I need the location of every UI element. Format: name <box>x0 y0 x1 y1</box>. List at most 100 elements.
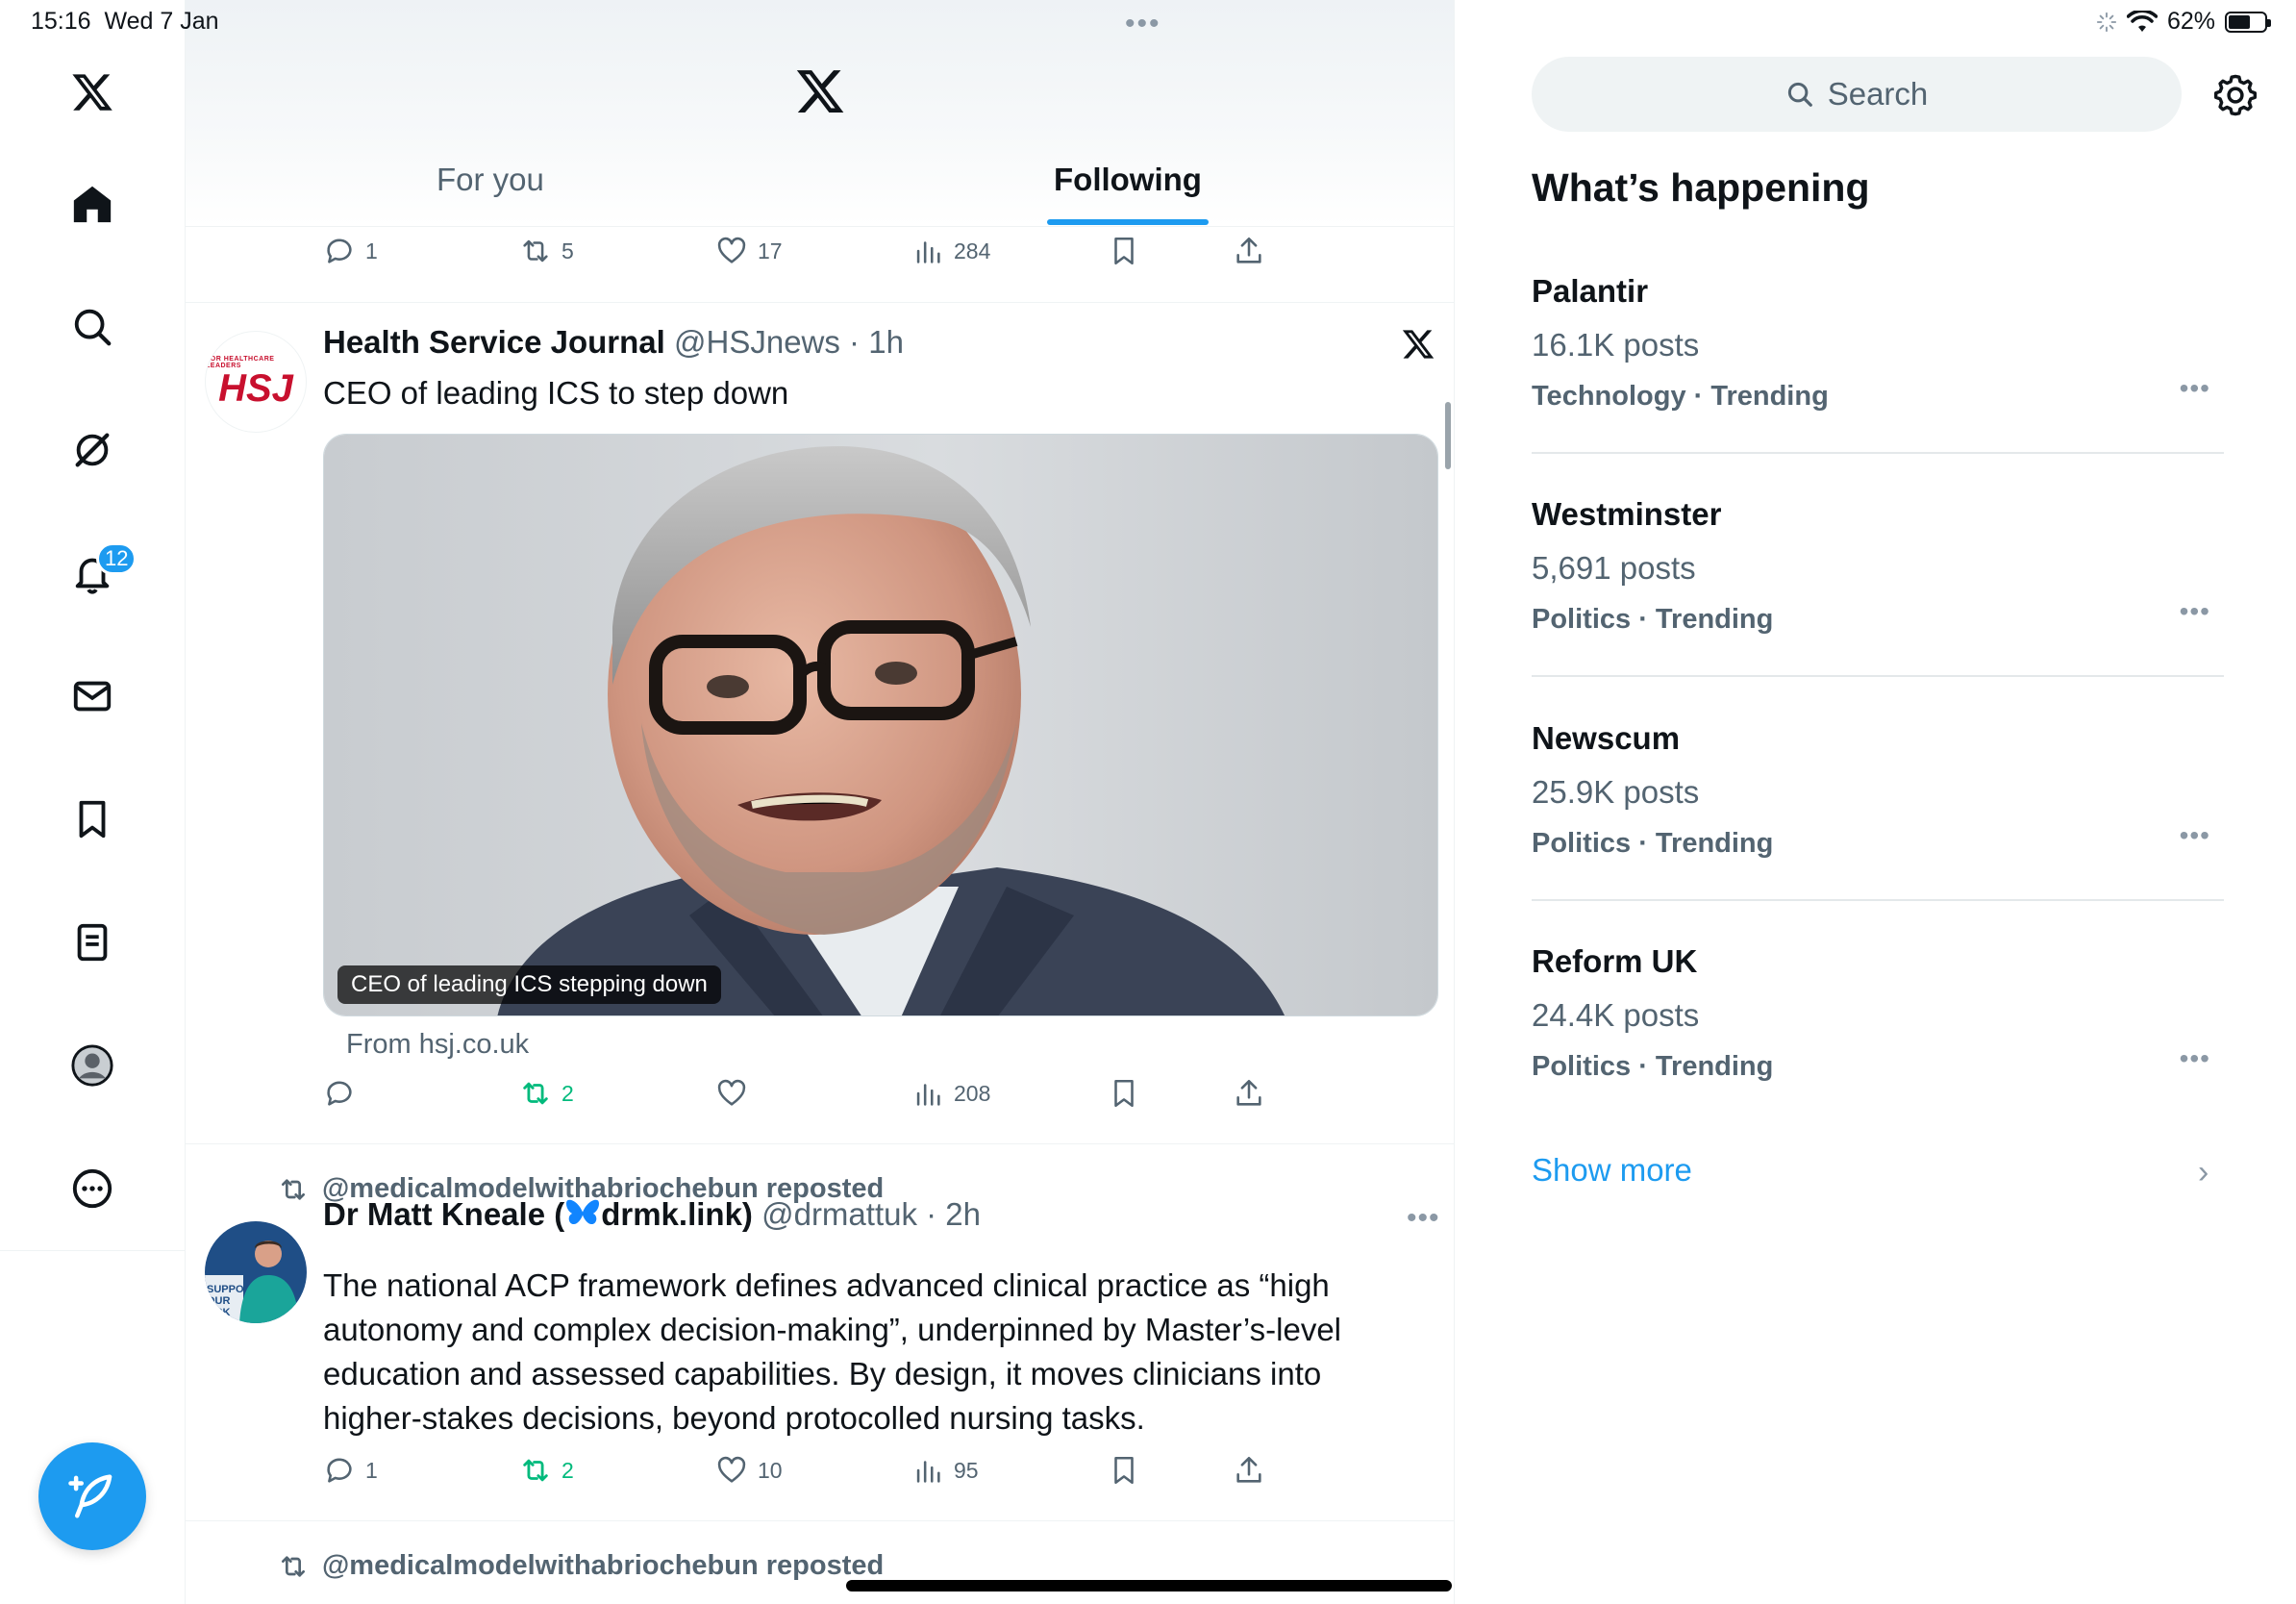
tweet-divider <box>186 1520 1454 1521</box>
views-icon <box>916 1461 940 1483</box>
profile-icon[interactable] <box>63 1037 121 1094</box>
battery-level <box>2229 14 2251 29</box>
x-logo-icon[interactable] <box>63 63 121 121</box>
bookmark-button[interactable] <box>1108 1454 1140 1487</box>
bookmark-icon <box>1114 1456 1134 1485</box>
search-icon <box>1787 82 1812 107</box>
trend-name: Palantir <box>1532 273 1649 309</box>
like-button[interactable] <box>715 1077 748 1110</box>
repost-icon <box>282 1555 305 1577</box>
bookmark-icon <box>1114 237 1134 265</box>
trend-posts: 16.1K posts <box>1532 327 1700 363</box>
tweet-header: Health Service Journal @HSJnews · 1h <box>323 324 904 360</box>
trend-posts: 5,691 posts <box>1532 550 1696 586</box>
search-icon[interactable] <box>63 298 121 356</box>
trend-item[interactable]: Newscum 25.9K posts Politics · Trending … <box>1532 720 2224 943</box>
more-icon[interactable] <box>63 1160 121 1217</box>
reply-button[interactable]: 1 <box>323 1454 378 1487</box>
author-name[interactable]: Dr Matt Kneale (drmk.link) <box>323 1196 753 1232</box>
show-more-link[interactable]: Show more <box>1532 1152 1692 1189</box>
reply-button[interactable] <box>323 1077 356 1110</box>
share-button[interactable] <box>1233 235 1265 267</box>
nav-divider <box>0 1250 186 1251</box>
views-icon <box>916 241 940 263</box>
trend-item[interactable]: Reform UK 24.4K posts Politics · Trendin… <box>1532 943 2224 1166</box>
messages-icon[interactable] <box>63 667 121 725</box>
home-icon[interactable] <box>63 175 121 233</box>
gear-icon[interactable] <box>2213 73 2258 117</box>
trend-name: Reform UK <box>1532 943 1698 979</box>
reply-button[interactable]: 1 <box>323 235 378 267</box>
trend-name: Westminster <box>1532 496 1722 532</box>
trend-item[interactable]: Westminster 5,691 posts Politics · Trend… <box>1532 496 2224 719</box>
avatar[interactable]: FOR HEALTHCARE LEADERS HSJ <box>205 331 307 433</box>
views-button[interactable]: 208 <box>911 1077 990 1110</box>
trend-category: Politics · Trending <box>1532 828 1774 859</box>
trend-divider <box>1532 899 2224 901</box>
avatar[interactable]: SUPPOR OUR ORK <box>205 1221 307 1323</box>
tab-for-you[interactable]: For you <box>437 162 544 198</box>
svg-text:ORK: ORK <box>207 1307 231 1318</box>
views-button[interactable]: 284 <box>911 235 990 267</box>
grok-icon[interactable] <box>63 421 121 479</box>
link-card-image[interactable]: CEO of leading ICS stepping down <box>323 434 1438 1016</box>
compose-post-button[interactable] <box>38 1442 146 1550</box>
left-nav: 12 <box>0 0 186 1604</box>
author-handle[interactable]: @HSJnews <box>674 324 840 360</box>
home-indicator[interactable] <box>846 1580 1452 1591</box>
trend-posts: 24.4K posts <box>1532 997 1700 1033</box>
search-placeholder: Search <box>1827 76 1929 112</box>
tweet-more-button[interactable]: ••• <box>1407 1202 1440 1235</box>
trend-more-button[interactable]: ••• <box>2180 373 2210 404</box>
bookmark-button[interactable] <box>1108 1077 1140 1110</box>
trend-category: Politics · Trending <box>1532 604 1774 635</box>
tweet-text: CEO of leading ICS to step down <box>323 375 789 411</box>
x-logo-icon[interactable] <box>794 65 846 117</box>
reply-icon <box>327 1081 352 1106</box>
share-button[interactable] <box>1233 1454 1265 1487</box>
author-handle[interactable]: @drmattuk <box>761 1196 917 1232</box>
repost-button[interactable]: 2 <box>519 1454 574 1487</box>
tab-following[interactable]: Following <box>1054 162 1202 198</box>
lists-icon[interactable] <box>63 914 121 971</box>
tweet-divider <box>186 1143 1454 1144</box>
heart-icon <box>717 1079 746 1106</box>
tweet-time: 1h <box>868 324 904 360</box>
trend-name: Newscum <box>1532 720 1681 756</box>
repost-icon <box>523 1459 548 1482</box>
views-button[interactable]: 95 <box>911 1454 979 1487</box>
status-bar: 15:16 Wed 7 Jan ••• 62% <box>0 0 2296 46</box>
share-button[interactable] <box>1233 1077 1265 1110</box>
multitasking-dots[interactable]: ••• <box>1125 8 1161 40</box>
bookmarks-icon[interactable] <box>63 790 121 848</box>
like-button[interactable]: 10 <box>715 1454 783 1487</box>
trend-item[interactable]: Palantir 16.1K posts Technology · Trendi… <box>1532 273 2224 496</box>
notifications-badge: 12 <box>96 542 137 575</box>
author-name[interactable]: Health Service Journal <box>323 324 665 360</box>
wifi-icon <box>2126 10 2158 32</box>
activity-icon <box>2096 12 2117 32</box>
heart-icon <box>717 237 746 263</box>
search-input[interactable]: Search <box>1532 57 2182 132</box>
timeline: For you Following 1 5 17 284 FOR HEALTHC… <box>186 0 1455 1604</box>
prev-tweet-actions: 1 5 17 284 <box>323 235 1285 273</box>
chevron-right-icon: › <box>2198 1154 2209 1190</box>
scrollbar[interactable] <box>1445 402 1451 469</box>
battery-percent: 62% <box>2166 8 2215 35</box>
tweet-time: 2h <box>945 1196 982 1232</box>
repost-button[interactable]: 5 <box>519 235 574 267</box>
like-button[interactable]: 17 <box>715 235 783 267</box>
trend-more-button[interactable]: ••• <box>2180 1043 2210 1074</box>
heart-icon <box>717 1456 746 1483</box>
trend-category: Technology · Trending <box>1532 381 1829 412</box>
status-indicators: 62% <box>2096 8 2271 36</box>
trend-more-button[interactable]: ••• <box>2180 596 2210 627</box>
bookmark-button[interactable] <box>1108 235 1140 267</box>
card-source-link[interactable]: From hsj.co.uk <box>346 1029 529 1061</box>
share-icon <box>1236 1456 1261 1483</box>
repost-icon <box>523 239 548 263</box>
active-tab-indicator <box>1047 219 1209 225</box>
repost-button[interactable]: 2 <box>519 1077 574 1110</box>
reply-icon <box>327 238 352 263</box>
trend-more-button[interactable]: ••• <box>2180 820 2210 851</box>
